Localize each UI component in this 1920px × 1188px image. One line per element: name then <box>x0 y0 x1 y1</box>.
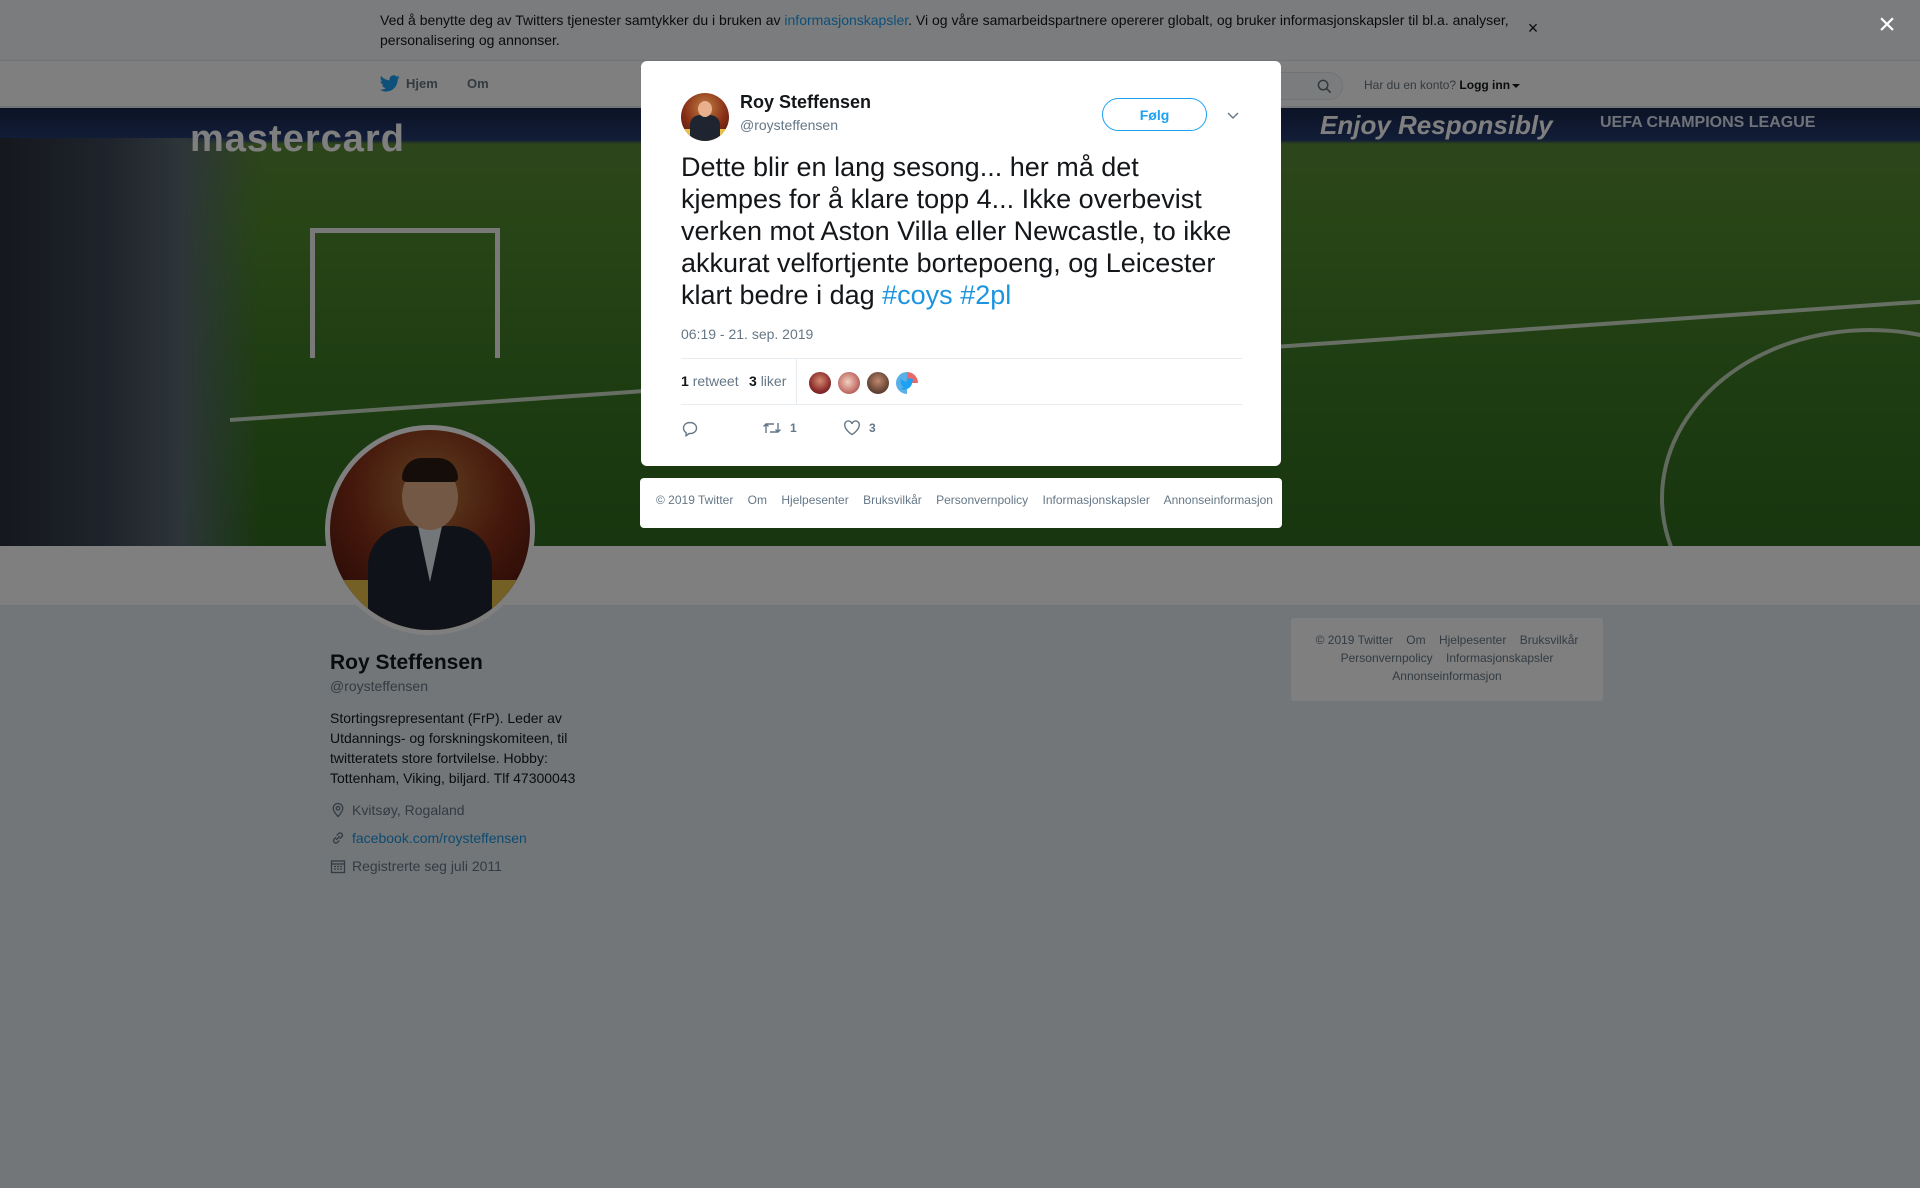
twitter-bird-icon <box>900 378 914 390</box>
chevron-down-icon[interactable] <box>1225 107 1241 123</box>
like-action-count: 3 <box>869 421 876 435</box>
retweet-count-link[interactable]: 1 retweet <box>681 373 739 389</box>
modal-overlay[interactable]: × Roy Steffensen @roysteffensen Følg Det… <box>0 0 1920 1188</box>
hashtag-2pl[interactable]: #2pl <box>960 280 1011 310</box>
heart-icon <box>844 420 860 436</box>
follow-button[interactable]: Følg <box>1102 98 1207 131</box>
retweet-count: 1 <box>681 373 689 389</box>
tweet-actions: 1 3 <box>681 415 1242 445</box>
tweet-text: Dette blir en lang sesong... her må det … <box>681 151 1246 311</box>
tweet-author-avatar[interactable] <box>681 93 729 141</box>
like-button[interactable]: 3 <box>843 420 876 436</box>
liker-avatar[interactable] <box>895 371 919 395</box>
tweet-body: Dette blir en lang sesong... her må det … <box>681 152 1232 310</box>
retweet-label: retweet <box>692 373 739 389</box>
modal-footer-ads-info[interactable]: Annonseinformasjon <box>1164 493 1273 507</box>
close-icon[interactable]: × <box>1872 10 1902 40</box>
liker-avatar[interactable] <box>808 371 832 395</box>
modal-footer-copyright: © 2019 Twitter <box>656 493 734 507</box>
tweet-author-name[interactable]: Roy Steffensen <box>740 92 871 113</box>
likes-label: liker <box>760 373 787 389</box>
modal-footer-help[interactable]: Hjelpesenter <box>781 493 848 507</box>
retweet-action-count: 1 <box>790 421 797 435</box>
retweet-button[interactable]: 1 <box>762 420 797 436</box>
hashtag-coys[interactable]: #coys <box>882 280 953 310</box>
reply-button[interactable] <box>681 420 707 438</box>
tweet-author-handle[interactable]: @roysteffensen <box>740 117 838 133</box>
likes-count-link[interactable]: 3 liker <box>749 373 786 389</box>
modal-footer-privacy[interactable]: Personvernpolicy <box>936 493 1028 507</box>
retweet-icon <box>763 423 781 433</box>
liker-avatar[interactable] <box>837 371 861 395</box>
likes-count: 3 <box>749 373 757 389</box>
reply-icon <box>682 421 698 438</box>
stats-divider <box>796 359 797 405</box>
modal-footer: © 2019 Twitter Om Hjelpesenter Bruksvilk… <box>640 478 1282 528</box>
liker-avatar[interactable] <box>866 371 890 395</box>
tweet-timestamp[interactable]: 06:19 - 21. sep. 2019 <box>681 326 813 342</box>
tweet-modal: Roy Steffensen @roysteffensen Følg Dette… <box>641 61 1281 466</box>
tweet-stats: 1 retweet 3 liker <box>681 358 1242 405</box>
modal-footer-terms[interactable]: Bruksvilkår <box>863 493 922 507</box>
modal-footer-about[interactable]: Om <box>748 493 767 507</box>
modal-footer-cookies[interactable]: Informasjonskapsler <box>1043 493 1150 507</box>
